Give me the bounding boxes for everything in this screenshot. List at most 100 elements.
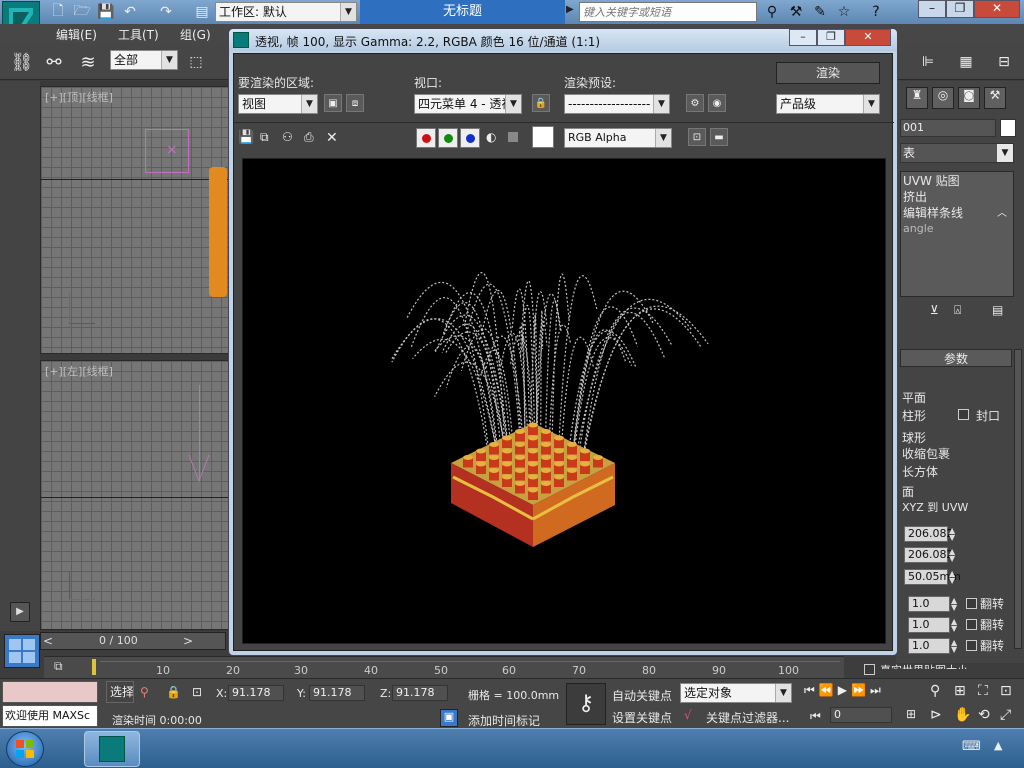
- mapping-spherical[interactable]: 球形: [902, 429, 926, 446]
- object-name-field[interactable]: 001: [900, 119, 996, 137]
- maxscript-listener-pink[interactable]: [2, 681, 98, 703]
- time-tag-icon[interactable]: ▣: [440, 709, 458, 727]
- pin-stack-icon[interactable]: ⊻: [930, 303, 939, 317]
- red-channel-button[interactable]: [416, 128, 436, 148]
- left-view-object[interactable]: [169, 385, 229, 485]
- orbit-icon[interactable]: ⟲: [978, 707, 990, 723]
- key-mode-toggle-icon[interactable]: ⏮: [810, 709, 821, 724]
- hierarchy-tab-icon[interactable]: ♜: [906, 87, 928, 109]
- selection-filter-select[interactable]: 全部 ▼: [110, 50, 178, 70]
- v-tile-spinner[interactable]: 1.0 ▲ ▼: [908, 617, 957, 633]
- maxscript-mini-listener[interactable]: 欢迎使用 MAXSc: [2, 705, 98, 727]
- stack-item-rectangle[interactable]: angle: [903, 222, 934, 235]
- stack-item-uvw[interactable]: UVW 贴图: [903, 172, 960, 189]
- stack-item-edit-spline[interactable]: 编辑样条线: [903, 204, 963, 221]
- stack-item-extrude[interactable]: 挤出: [903, 188, 927, 205]
- menu-group[interactable]: 组(G): [180, 26, 211, 43]
- layer-manager-icon[interactable]: ▦: [956, 52, 976, 72]
- maximize-button[interactable]: ❐: [946, 0, 974, 18]
- open-file-icon[interactable]: 🗁: [72, 2, 92, 22]
- minimize-button[interactable]: –: [918, 0, 946, 18]
- menu-tools[interactable]: 工具(T): [118, 26, 159, 43]
- clear-image-icon[interactable]: ✕: [326, 130, 342, 146]
- area-to-render-select[interactable]: 视图 ▼: [238, 94, 318, 114]
- close-button[interactable]: ✕: [974, 0, 1020, 18]
- height-spinner[interactable]: 50.05mm ▲ ▼: [904, 569, 961, 585]
- key-mode-select[interactable]: 选定对象 ▼: [680, 683, 792, 703]
- cap-checkbox[interactable]: [958, 409, 969, 420]
- viewport-top-label[interactable]: [+][顶][线框]: [45, 89, 113, 105]
- copy-image-icon[interactable]: ⧉: [260, 130, 276, 146]
- u-flip-checkbox[interactable]: [966, 598, 977, 609]
- communication-icon[interactable]: ✎: [810, 2, 830, 22]
- edit-region-icon[interactable]: ▣: [324, 94, 342, 112]
- spinner-arrows-icon[interactable]: ▲ ▼: [949, 570, 959, 585]
- display-channel-select[interactable]: RGB Alpha ▼: [564, 128, 672, 148]
- zoom-icon[interactable]: ⚲: [930, 683, 940, 699]
- spinner-arrows-icon[interactable]: ▲ ▼: [949, 548, 959, 563]
- render-quality-select[interactable]: 产品级 ▼: [776, 94, 880, 114]
- w-tile-spinner[interactable]: 1.0 ▲ ▼: [908, 638, 957, 654]
- save-file-icon[interactable]: 💾: [96, 2, 116, 22]
- key-filters-button[interactable]: 关键点过滤器...: [706, 709, 789, 726]
- background-swatch[interactable]: [532, 126, 554, 148]
- mapping-cylindrical[interactable]: 柱形: [902, 407, 926, 424]
- add-time-tag[interactable]: 添加时间标记: [468, 712, 540, 729]
- x-coord-field[interactable]: 91.178: [228, 685, 284, 701]
- align-icon[interactable]: ⊫: [918, 52, 938, 72]
- viewport-select[interactable]: 四元菜单 4 - 透视 ▼: [414, 94, 522, 114]
- top-view-object[interactable]: ×: [145, 129, 189, 173]
- bind-spacewarp-icon[interactable]: ≋: [78, 52, 98, 73]
- save-image-icon[interactable]: 💾: [238, 130, 254, 146]
- set-key-big-button[interactable]: ⚷: [566, 683, 606, 725]
- viewport-left[interactable]: [+][左][线框]: [40, 360, 231, 630]
- time-config-icon[interactable]: ⊞: [906, 707, 916, 721]
- select-object-icon[interactable]: ⬚: [186, 52, 206, 72]
- time-prev-icon[interactable]: <: [43, 634, 53, 648]
- workspace-select[interactable]: 工作区: 默认 ▼: [215, 2, 357, 22]
- spinner-arrows-icon[interactable]: ▲ ▼: [951, 597, 961, 612]
- clone-window-icon[interactable]: ⚇: [282, 130, 298, 146]
- z-coord-field[interactable]: 91.178: [392, 685, 448, 701]
- isolate-icon[interactable]: ⚲: [140, 685, 149, 699]
- star-icon[interactable]: ☆: [834, 2, 854, 22]
- help-icon[interactable]: ?: [866, 2, 886, 22]
- w-flip-checkbox[interactable]: [966, 640, 977, 651]
- parameters-rollout-header[interactable]: 参数: [900, 349, 1012, 367]
- curve-editor-icon[interactable]: ⊟: [994, 52, 1014, 72]
- absolute-mode-icon[interactable]: ⊡: [192, 685, 202, 699]
- link-icon[interactable]: ⛓: [11, 52, 34, 73]
- alpha-channel-icon[interactable]: ◐: [486, 130, 496, 144]
- time-next-icon[interactable]: >: [183, 634, 193, 648]
- viewport-layout-button[interactable]: [4, 634, 40, 668]
- mapping-shrinkwrap[interactable]: 收缩包裹: [902, 445, 950, 462]
- tray-expand-icon[interactable]: ▲: [994, 739, 1002, 752]
- maximize-viewport-icon[interactable]: ⤢: [1000, 707, 1011, 723]
- left-play-button[interactable]: ▶: [10, 602, 30, 622]
- undo-icon[interactable]: ↶: [120, 2, 140, 22]
- new-file-icon[interactable]: 🗋: [48, 2, 68, 22]
- go-to-start-icon[interactable]: ⏮: [804, 683, 815, 703]
- motion-tab-icon[interactable]: ◎: [932, 87, 954, 109]
- utilities-tab-icon[interactable]: ⚒: [984, 87, 1006, 109]
- go-to-end-icon[interactable]: ⏭: [870, 683, 881, 703]
- u-tile-spinner[interactable]: 1.0 ▲ ▼: [908, 596, 957, 612]
- redo-icon[interactable]: ↷: [156, 2, 176, 22]
- green-channel-button[interactable]: [438, 128, 458, 148]
- render-minimize-button[interactable]: –: [789, 29, 817, 46]
- y-coord-field[interactable]: 91.178: [309, 685, 365, 701]
- unlink-icon[interactable]: ⚯: [44, 52, 64, 73]
- real-world-checkbox[interactable]: [864, 664, 875, 675]
- length-spinner[interactable]: 206.082 ▲ ▼: [904, 526, 955, 542]
- lock-viewport-icon[interactable]: 🔒: [532, 94, 550, 112]
- auto-key-button[interactable]: 自动关键点: [612, 687, 672, 704]
- render-preset-select[interactable]: ------------------- ▼: [564, 94, 670, 114]
- render-maximize-button[interactable]: ❐: [817, 29, 845, 46]
- project-folder-icon[interactable]: ▤: [192, 2, 212, 22]
- spinner-arrows-icon[interactable]: ▲ ▼: [951, 618, 961, 633]
- wrench-icon[interactable]: ⚒: [786, 2, 806, 22]
- mapping-box[interactable]: 长方体: [902, 463, 938, 480]
- configure-sets-icon[interactable]: ▤: [992, 303, 1003, 317]
- display-tab-icon[interactable]: ◙: [958, 87, 980, 109]
- mapping-face[interactable]: 面: [902, 483, 914, 500]
